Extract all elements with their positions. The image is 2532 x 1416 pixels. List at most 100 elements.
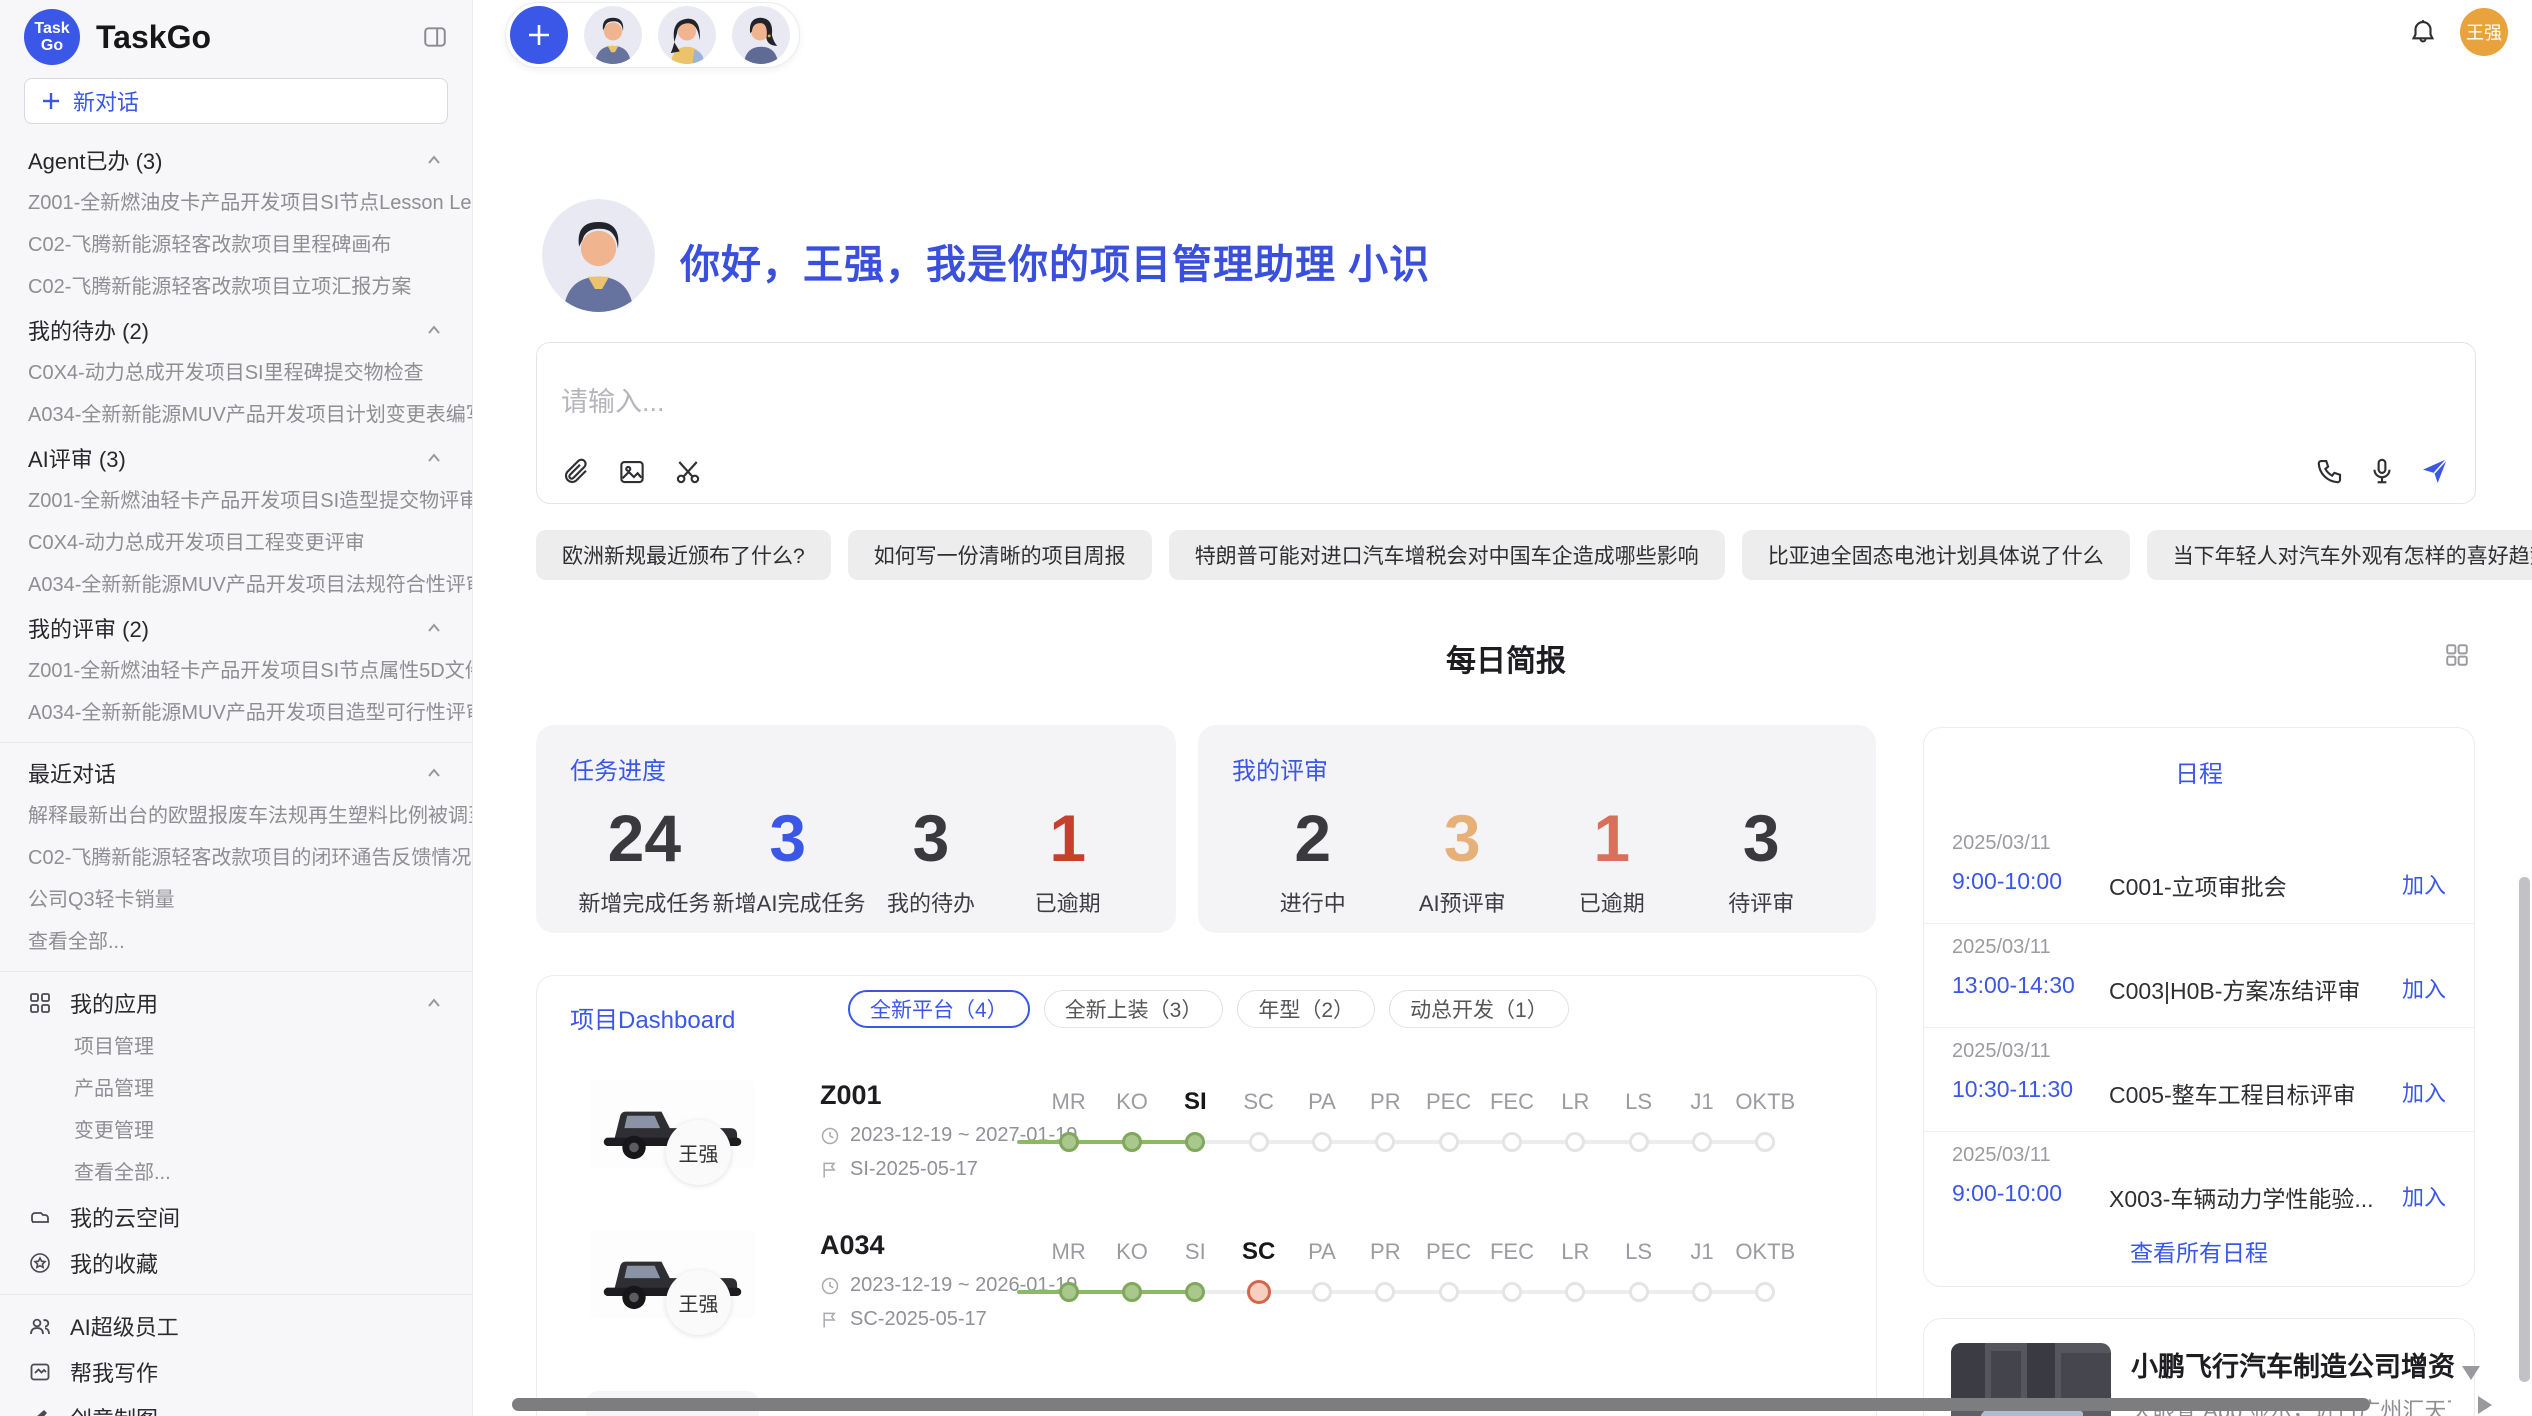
milestone-line-todo	[1195, 1290, 1765, 1294]
scissors-icon[interactable]	[673, 457, 703, 487]
sidebar-item-my-apps[interactable]: 我的应用	[0, 980, 472, 1026]
section-recent-chats[interactable]: 最近对话	[0, 751, 472, 795]
list-item[interactable]: 公司Q3轻卡销量	[0, 879, 472, 921]
section-ai-review[interactable]: AI评审 (3)	[0, 436, 472, 480]
project-row[interactable]: 王强 A034 2023-12-19 ~ 2026-01-19 SC-2025-…	[537, 1230, 1876, 1380]
view-all-schedule-link[interactable]: 查看所有日程	[1924, 1234, 2474, 1268]
list-item[interactable]: C0X4-动力总成开发项目工程变更评审	[0, 522, 472, 564]
image-icon[interactable]	[617, 457, 647, 487]
milestone-node	[1629, 1282, 1649, 1302]
milestone-line-todo	[1195, 1140, 1765, 1144]
list-item[interactable]: Z001-全新燃油轻卡产品开发项目SI造型提交物评审	[0, 480, 472, 522]
list-item[interactable]: C02-飞腾新能源轻客改款项目里程碑画布	[0, 224, 472, 266]
list-item[interactable]: C0X4-动力总成开发项目SI里程碑提交物检查	[0, 352, 472, 394]
schedule-item: 2025/03/11 9:00-10:00 X003-车辆动力学性能验... 加…	[1924, 1132, 2474, 1236]
section-title: 最近对话	[28, 757, 116, 789]
milestone-line-done	[1017, 1290, 1195, 1294]
send-icon[interactable]	[2419, 455, 2451, 487]
app-item-product-mgmt[interactable]: 产品管理	[0, 1068, 472, 1110]
avatar[interactable]	[584, 6, 642, 64]
list-item[interactable]: A034-全新新能源MUV产品开发项目计划变更表编写	[0, 394, 472, 436]
milestone-label: PR	[1354, 1088, 1417, 1116]
sidebar-collapse-icon[interactable]	[422, 24, 448, 50]
milestone-track	[1037, 1129, 1797, 1155]
list-item[interactable]: Z001-全新燃油轻卡产品开发项目SI节点属性5D文件评审	[0, 650, 472, 692]
card-title: 我的评审	[1232, 751, 1842, 786]
chevron-up-icon[interactable]	[424, 763, 444, 783]
sidebar-item-creative-draw[interactable]: 创意制图	[0, 1395, 472, 1416]
milestone-label: FEC	[1480, 1238, 1543, 1266]
attachment-icon[interactable]	[561, 457, 591, 487]
list-item[interactable]: C02-飞腾新能源轻客改款项目立项汇报方案	[0, 266, 472, 308]
milestone-node	[1692, 1132, 1712, 1152]
suggestion-chip[interactable]: 特朗普可能对进口汽车增税会对中国车企造成哪些影响	[1169, 530, 1725, 580]
sidebar-item-favorites[interactable]: 我的收藏	[0, 1240, 472, 1286]
sidebar-item-cloud-space[interactable]: 我的云空间	[0, 1194, 472, 1240]
page: Task Go TaskGo 新对话 Agent已办 (3) Z001-全新燃油…	[0, 0, 2532, 1416]
notification-bell-icon[interactable]	[2408, 17, 2438, 47]
list-item[interactable]: C02-飞腾新能源轻客改款项目的闭环通告反馈情况	[0, 837, 472, 879]
app-item-project-mgmt[interactable]: 项目管理	[0, 1026, 472, 1068]
chat-input[interactable]	[561, 377, 1961, 427]
add-member-button[interactable]	[510, 6, 568, 64]
tab-powertrain[interactable]: 动总开发（1）	[1389, 990, 1569, 1028]
suggestion-chip[interactable]: 如何写一份清晰的项目周报	[848, 530, 1152, 580]
milestone-node	[1059, 1282, 1079, 1302]
horizontal-scrollbar[interactable]	[512, 1398, 2370, 1411]
list-item[interactable]: 解释最新出台的欧盟报废车法规再生塑料比例被调至15%...	[0, 795, 472, 837]
avatar[interactable]	[732, 6, 790, 64]
stat-row: 2进行中 3AI预评审 1已逾期 3待评审	[1232, 796, 1842, 918]
section-my-review[interactable]: 我的评审 (2)	[0, 606, 472, 650]
milestone-label: MR	[1037, 1088, 1100, 1116]
scroll-down-arrow-icon[interactable]	[2462, 1366, 2480, 1380]
schedule-time: 9:00-10:00	[1952, 868, 2062, 895]
chevron-up-icon[interactable]	[424, 448, 444, 468]
stat-value: 1	[1537, 796, 1687, 880]
join-link[interactable]: 加入	[2402, 972, 2446, 1004]
user-avatar[interactable]: 王强	[2460, 8, 2508, 56]
join-link[interactable]: 加入	[2402, 1180, 2446, 1212]
schedule-card: 日程 2025/03/11 9:00-10:00 C001-立项审批会 加入 2…	[1923, 727, 2475, 1287]
chevron-up-icon[interactable]	[424, 993, 444, 1013]
sidebar-item-ai-super-staff[interactable]: AI超级员工	[0, 1303, 472, 1349]
tab-all-new-platform[interactable]: 全新平台（4）	[848, 990, 1030, 1028]
milestone-bar: MR KO SI SC PA PR PEC FEC LR LS J1 OKTB	[1037, 1088, 1797, 1155]
phone-icon[interactable]	[2315, 456, 2345, 486]
scroll-right-arrow-icon[interactable]	[2478, 1396, 2492, 1414]
sidebar-item-label: 创意制图	[70, 1402, 158, 1416]
project-name: A034	[820, 1230, 885, 1261]
chevron-up-icon[interactable]	[424, 320, 444, 340]
layout-grid-icon[interactable]	[2444, 642, 2470, 668]
suggestion-chip[interactable]: 欧洲新规最近颁布了什么?	[536, 530, 831, 580]
list-item[interactable]: Z001-全新燃油皮卡产品开发项目SI节点Lesson Learn报告	[0, 182, 472, 224]
milestone-label: SC	[1227, 1088, 1290, 1116]
dashboard-tabs: 全新平台（4） 全新上装（3） 年型（2） 动总开发（1）	[848, 990, 1569, 1028]
milestone-node	[1375, 1132, 1395, 1152]
suggestion-chip[interactable]: 比亚迪全固态电池计划具体说了什么	[1742, 530, 2130, 580]
avatar[interactable]	[658, 6, 716, 64]
join-link[interactable]: 加入	[2402, 868, 2446, 900]
tab-new-body[interactable]: 全新上装（3）	[1044, 990, 1224, 1028]
stat-label: 待评审	[1687, 886, 1837, 918]
chevron-up-icon[interactable]	[424, 618, 444, 638]
project-row[interactable]: 王强 Z001 2023-12-19 ~ 2027-01-19 SI-2025-…	[537, 1080, 1876, 1230]
vertical-scrollbar[interactable]	[2519, 877, 2530, 1382]
section-agent-done[interactable]: Agent已办 (3)	[0, 138, 472, 182]
sidebar-item-help-write[interactable]: 帮我写作	[0, 1349, 472, 1395]
list-item[interactable]: A034-全新新能源MUV产品开发项目造型可行性评审	[0, 692, 472, 734]
sidebar-item-label: 我的应用	[70, 987, 158, 1019]
milestone-node	[1565, 1132, 1585, 1152]
list-item[interactable]: A034-全新新能源MUV产品开发项目法规符合性评审	[0, 564, 472, 606]
join-link[interactable]: 加入	[2402, 1076, 2446, 1108]
app-item-view-all[interactable]: 查看全部...	[0, 1152, 472, 1194]
suggestion-chip[interactable]: 当下年轻人对汽车外观有怎样的喜好趋势	[2147, 530, 2532, 580]
milestone-label: KO	[1100, 1238, 1163, 1266]
app-item-change-mgmt[interactable]: 变更管理	[0, 1110, 472, 1152]
flag-icon	[820, 1310, 840, 1330]
section-my-todo[interactable]: 我的待办 (2)	[0, 308, 472, 352]
chevron-up-icon[interactable]	[424, 150, 444, 170]
new-chat-button[interactable]: 新对话	[24, 78, 448, 124]
microphone-icon[interactable]	[2367, 456, 2397, 486]
tab-year-model[interactable]: 年型（2）	[1237, 990, 1375, 1028]
view-all-recent[interactable]: 查看全部...	[0, 921, 472, 963]
